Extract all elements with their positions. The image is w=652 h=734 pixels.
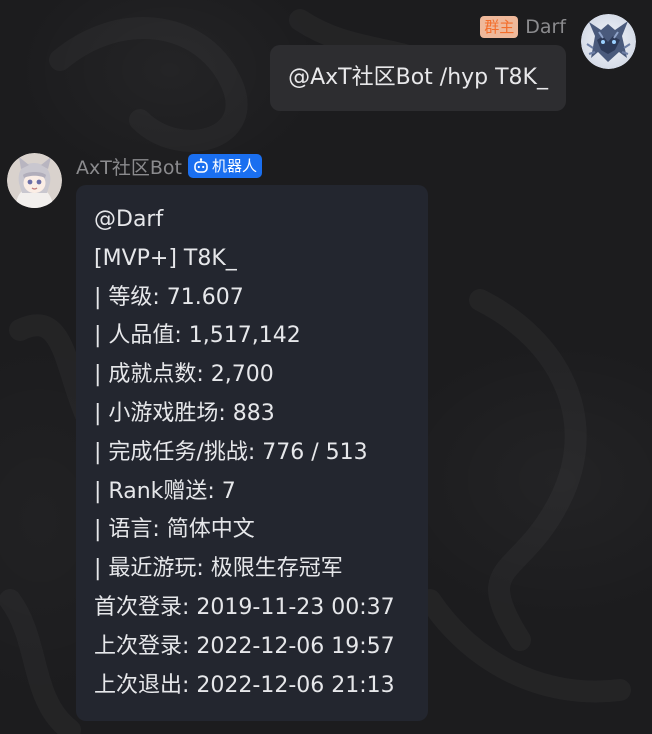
message-line: | 等级: 71.607 <box>94 284 244 310</box>
bot-name[interactable]: AxT社区Bot <box>76 153 182 180</box>
message-line: | 语言: 简体中文 <box>94 517 255 543</box>
outgoing-meta: 群主 Darf <box>480 14 566 40</box>
message-line: [MVP+] T8K_ <box>94 245 237 271</box>
message-line: | 成就点数: 2,700 <box>94 362 274 388</box>
outgoing-bubble[interactable]: @AxT社区Bot /hyp T8K_ <box>270 45 566 111</box>
wolf-avatar-icon <box>581 14 636 69</box>
outgoing-message[interactable]: 群主 Darf @AxT社区Bot /hyp T8K_ <box>236 14 636 114</box>
incoming-bubble[interactable]: @Darf [MVP+] T8K_ | 等级: 71.607 | 人品值: 1,… <box>76 185 428 722</box>
message-line: | 完成任务/挑战: 776 / 513 <box>94 439 368 465</box>
message-line: | 最近游玩: 极限生存冠军 <box>94 556 343 582</box>
message-line: @Darf <box>94 207 164 232</box>
message-line: | 小游戏胜场: 883 <box>94 400 275 426</box>
message-line: | Rank赠送: 7 <box>94 478 236 504</box>
catgirl-avatar-icon <box>7 153 62 208</box>
owner-badge: 群主 <box>480 16 519 38</box>
sender-avatar[interactable] <box>581 14 636 69</box>
bot-badge-label: 机器人 <box>211 157 257 175</box>
bot-badge: 机器人 <box>187 154 262 178</box>
message-line: 上次退出: 2022-12-06 21:13 <box>94 672 395 698</box>
message-line: | 人品值: 1,517,142 <box>94 323 301 349</box>
incoming-message[interactable]: AxT社区Bot 机器人 @Darf [MVP+] T8K_ | 等级: 71.… <box>7 152 647 732</box>
incoming-meta: AxT社区Bot 机器人 <box>76 152 262 180</box>
message-line: 上次登录: 2022-12-06 19:57 <box>94 633 395 659</box>
sender-name[interactable]: Darf <box>525 16 566 38</box>
robot-icon <box>194 158 208 173</box>
message-line: 首次登录: 2019-11-23 00:37 <box>94 594 395 620</box>
bot-avatar[interactable] <box>7 153 62 208</box>
chat-area[interactable]: 群主 Darf @AxT社区Bot /hyp T8K_ AxT社区Bot 机器人… <box>0 0 652 734</box>
